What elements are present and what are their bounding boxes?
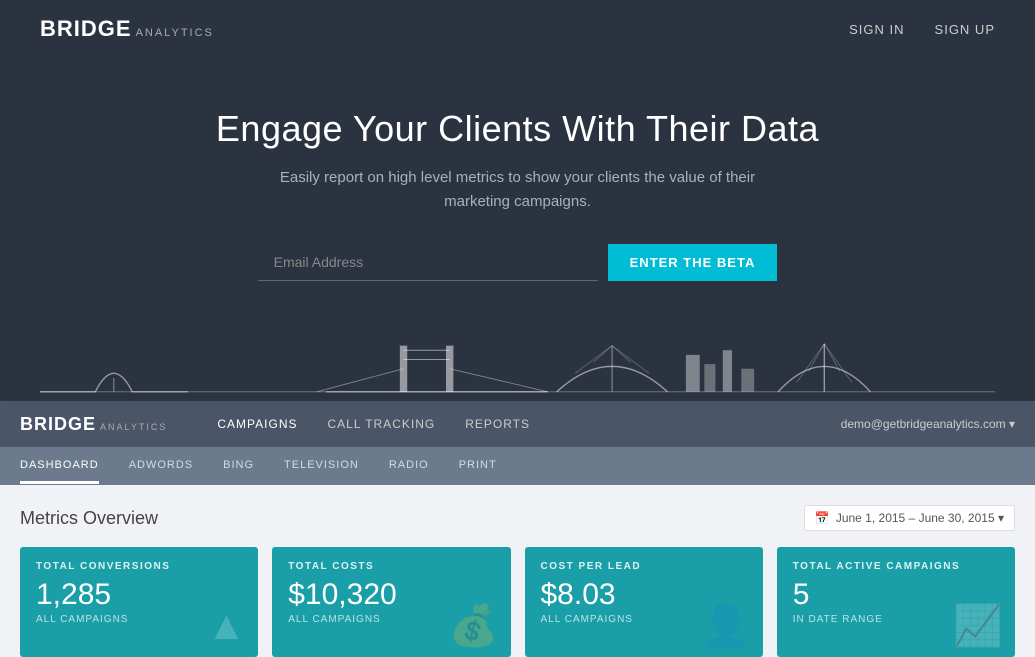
dash-brand: BRIDGE analytics [20, 414, 167, 435]
subnav-adwords[interactable]: ADWORDS [129, 449, 193, 484]
card-title-conversions: TOTAL CONVERSIONS [36, 561, 242, 572]
dash-nav-calltracking[interactable]: CALL TRACKING [328, 403, 436, 445]
brand-analytics: analytics [136, 27, 214, 39]
hero-headline: Engage Your Clients With Their Data [40, 108, 995, 150]
dash-brand-analytics: analytics [100, 422, 167, 432]
card-title-costs: TOTAL COSTS [288, 561, 494, 572]
dash-nav-campaigns[interactable]: CAMPAIGNS [217, 403, 297, 445]
metric-card-active: TOTAL ACTIVE CAMPAIGNS 5 IN DATE RANGE 📈 [777, 547, 1015, 657]
subnav-bing[interactable]: BING [223, 449, 254, 484]
dash-brand-bridge: BRIDGE [20, 414, 96, 435]
metrics-date-text: June 1, 2015 – June 30, 2015 ▾ [836, 511, 1004, 525]
subnav-print[interactable]: PRINT [459, 449, 497, 484]
dashboard-user[interactable]: demo@getbridgeanalytics.com ▾ [841, 417, 1015, 431]
metrics-title: Metrics Overview [20, 508, 158, 529]
card-title-cpl: COST PER LEAD [541, 561, 747, 572]
metric-card-cpl: COST PER LEAD $8.03 ALL CAMPAIGNS 👤 [525, 547, 763, 657]
subnav-television[interactable]: TELEVISION [284, 449, 359, 484]
hero-section: Engage Your Clients With Their Data Easi… [0, 58, 1035, 401]
subnav-dashboard[interactable]: DASHBOARD [20, 449, 99, 484]
email-form: ENTER THE BETA [40, 244, 995, 281]
card-title-active: TOTAL ACTIVE CAMPAIGNS [793, 561, 999, 572]
nav-links: SIGN IN SIGN UP [849, 22, 995, 37]
sign-up-link[interactable]: SIGN UP [935, 22, 995, 37]
metrics-area: Metrics Overview 📅 June 1, 2015 – June 3… [0, 485, 1035, 657]
card-icon-costs: 💰 [449, 602, 499, 649]
dashboard-preview: BRIDGE analytics CAMPAIGNS CALL TRACKING… [0, 401, 1035, 657]
metric-card-conversions: TOTAL CONVERSIONS 1,285 ALL CAMPAIGNS ▲ [20, 547, 258, 657]
brand-logo: BRIDGE analytics [40, 16, 214, 42]
subnav-radio[interactable]: RADIO [389, 449, 429, 484]
hero-subtext: Easily report on high level metrics to s… [268, 166, 768, 214]
dash-nav-reports[interactable]: REPORTS [465, 403, 530, 445]
dashboard-nav: CAMPAIGNS CALL TRACKING REPORTS [217, 403, 840, 445]
metrics-cards: TOTAL CONVERSIONS 1,285 ALL CAMPAIGNS ▲ … [20, 547, 1015, 657]
card-icon-conversions: ▲ [207, 604, 247, 649]
dashboard-subnav: DASHBOARD ADWORDS BING TELEVISION RADIO … [0, 447, 1035, 485]
brand-bridge: BRIDGE [40, 16, 132, 42]
email-input[interactable] [258, 244, 598, 281]
sign-in-link[interactable]: SIGN IN [849, 22, 904, 37]
card-icon-cpl: 👤 [701, 602, 751, 649]
metrics-date-range[interactable]: 📅 June 1, 2015 – June 30, 2015 ▾ [804, 505, 1015, 531]
beta-button[interactable]: ENTER THE BETA [608, 244, 778, 281]
card-icon-active: 📈 [953, 602, 1003, 649]
metric-card-costs: TOTAL COSTS $10,320 ALL CAMPAIGNS 💰 [272, 547, 510, 657]
top-navigation: BRIDGE analytics SIGN IN SIGN UP [0, 0, 1035, 58]
dashboard-topbar: BRIDGE analytics CAMPAIGNS CALL TRACKING… [0, 401, 1035, 447]
metrics-header: Metrics Overview 📅 June 1, 2015 – June 3… [20, 505, 1015, 531]
skyline-illustration [40, 321, 995, 401]
calendar-icon: 📅 [815, 511, 830, 525]
